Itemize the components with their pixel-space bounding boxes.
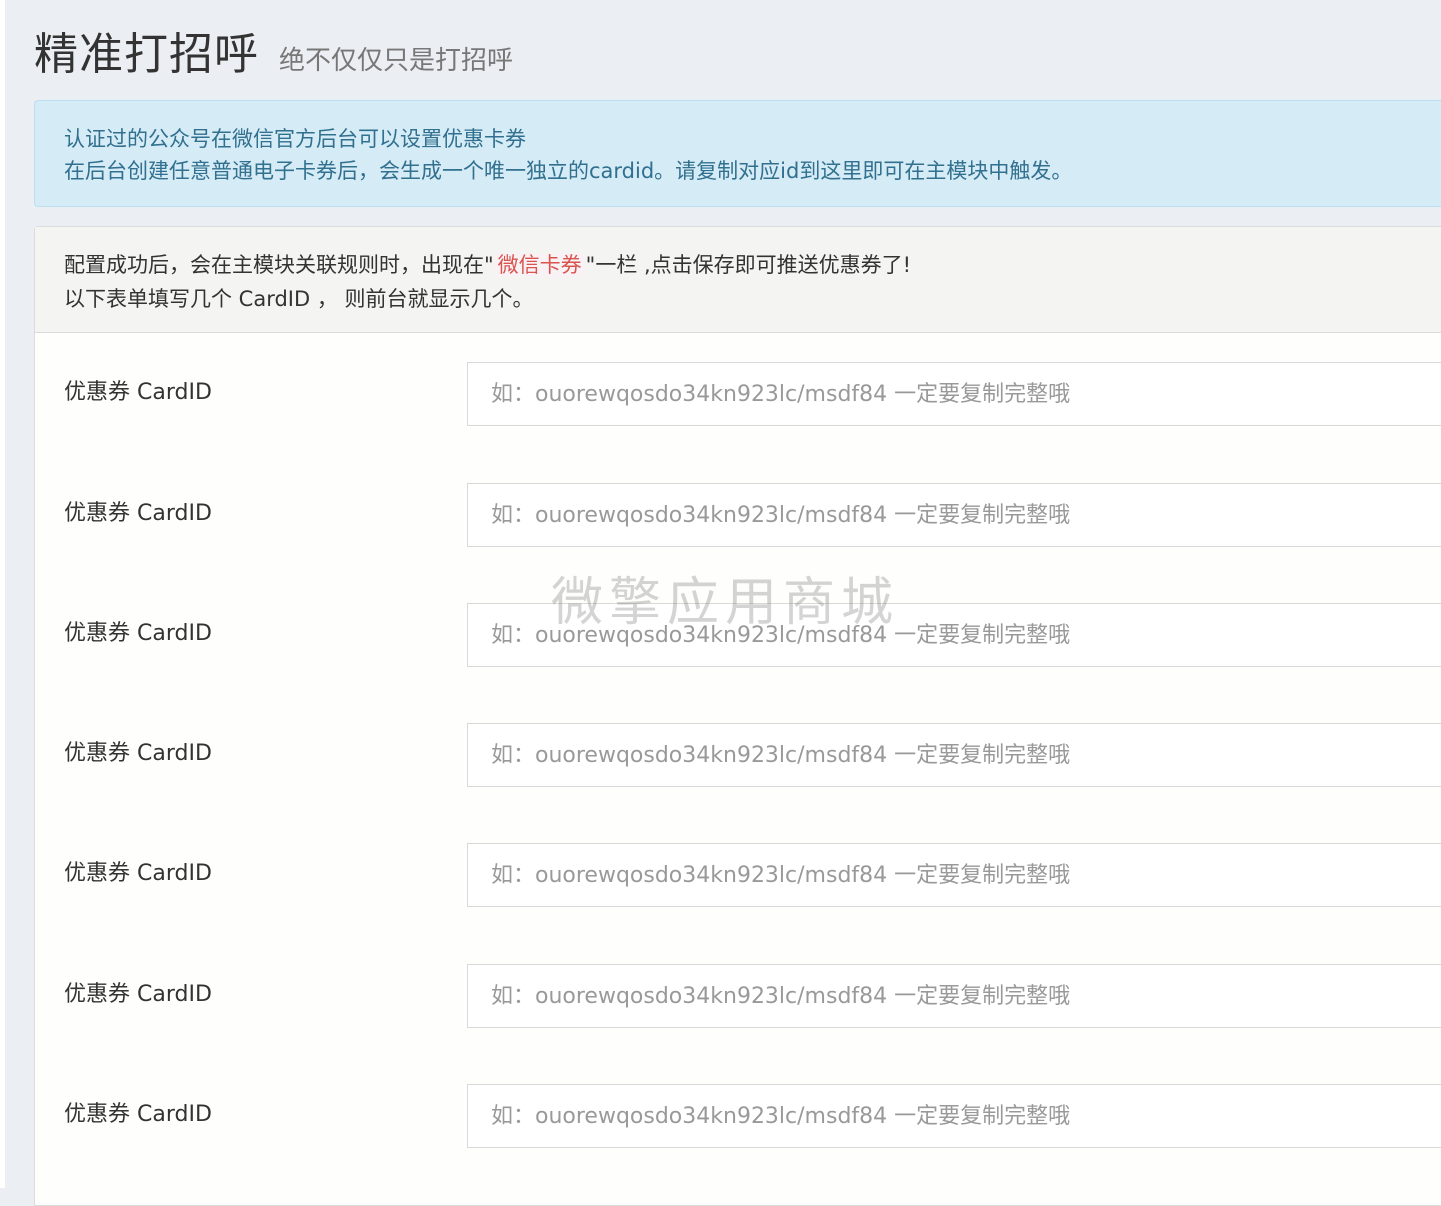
panel-heading: 配置成功后，会在主模块关联规则时，出现在" 微信卡券 "一栏 ,点击保存即可推送优惠… <box>35 227 1441 333</box>
wechat-card-highlight: 微信卡券 <box>493 253 586 277</box>
form-row: 优惠券 CardID <box>35 362 1441 426</box>
cardid-input[interactable] <box>467 603 1441 667</box>
form-row: 优惠券 CardID <box>35 1084 1441 1148</box>
form-row: 优惠券 CardID <box>35 964 1441 1028</box>
page-subtitle: 绝不仅仅只是打招呼 <box>279 46 514 76</box>
form-row: 优惠券 CardID <box>35 843 1441 907</box>
cardid-label: 优惠券 CardID <box>64 741 212 766</box>
panel-note-suffix: "一栏 ,点击保存即可推送优惠券了! <box>585 253 912 277</box>
cardid-label: 优惠券 CardID <box>64 380 212 405</box>
panel-note-line-2: 以下表单填写几个 CardID ， 则前台就显示几个。 <box>64 287 534 311</box>
alert-line-2: 在后台创建任意普通电子卡券后，会生成一个唯一独立的cardid。请复制对应id到… <box>64 159 1073 183</box>
form-row: 优惠券 CardID <box>35 483 1441 547</box>
cardid-label: 优惠券 CardID <box>64 621 212 646</box>
cardid-label: 优惠券 CardID <box>64 1102 212 1127</box>
page-title: 精准打招呼 <box>34 29 259 80</box>
cardid-input[interactable] <box>467 723 1441 787</box>
left-edge <box>0 0 5 1188</box>
cardid-panel: 配置成功后，会在主模块关联规则时，出现在" 微信卡券 "一栏 ,点击保存即可推送优惠… <box>34 226 1441 1206</box>
cardid-label: 优惠券 CardID <box>64 501 212 526</box>
form-row: 优惠券 CardID <box>35 723 1441 787</box>
cardid-label: 优惠券 CardID <box>64 982 212 1007</box>
panel-note-prefix: 配置成功后，会在主模块关联规则时，出现在" <box>64 253 494 277</box>
info-alert: 认证过的公众号在微信官方后台可以设置优惠卡券 在后台创建任意普通电子卡券后，会生… <box>34 100 1441 207</box>
page-header: 精准打招呼 绝不仅仅只是打招呼 <box>34 18 513 82</box>
cardid-input[interactable] <box>467 362 1441 426</box>
cardid-label: 优惠券 CardID <box>64 861 212 886</box>
form-row: 优惠券 CardID <box>35 603 1441 667</box>
cardid-input[interactable] <box>467 964 1441 1028</box>
panel-note-line-1: 配置成功后，会在主模块关联规则时，出现在" 微信卡券 "一栏 ,点击保存即可推送优惠… <box>64 248 1412 282</box>
cardid-input[interactable] <box>467 483 1441 547</box>
cardid-input[interactable] <box>467 843 1441 907</box>
cardid-input[interactable] <box>467 1084 1441 1148</box>
alert-line-1: 认证过的公众号在微信官方后台可以设置优惠卡券 <box>64 127 526 151</box>
